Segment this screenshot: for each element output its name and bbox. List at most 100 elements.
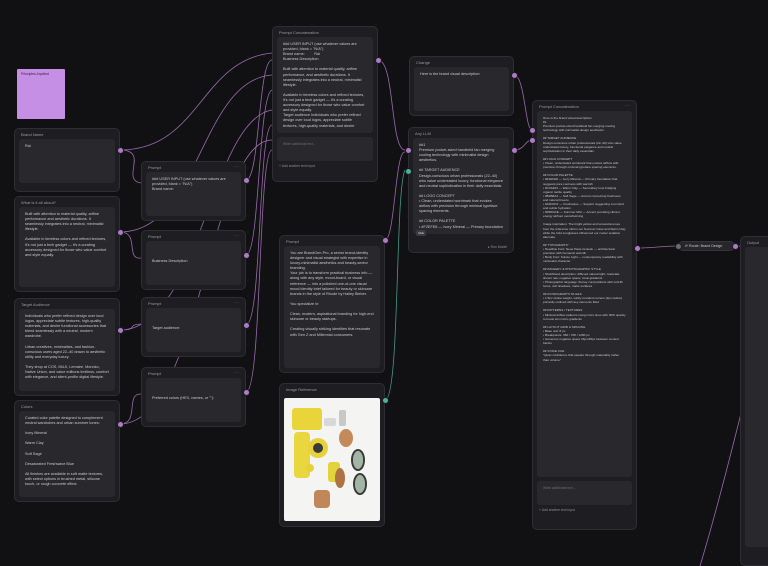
change-field[interactable]: Here is the brand visual description: xyxy=(414,67,509,111)
output-field xyxy=(745,247,768,547)
lens-shape xyxy=(313,443,323,453)
prompt-node-3[interactable]: Prompt ··· Target audience: xyxy=(141,297,246,357)
wire xyxy=(245,89,273,256)
wire xyxy=(245,149,273,393)
yellow-camera-shape xyxy=(292,408,322,430)
output-port-icon[interactable] xyxy=(117,147,124,154)
ellipsis-icon[interactable]: ··· xyxy=(625,103,630,109)
prompt-node-2[interactable]: Prompt ··· Business Description xyxy=(141,230,246,290)
input-port-icon[interactable] xyxy=(675,243,682,250)
wire xyxy=(119,52,273,151)
input-port-icon[interactable] xyxy=(405,147,412,154)
prompt-concat-node-2[interactable]: Prompt Concatenation ··· Here is the bran… xyxy=(532,100,637,530)
node-title: Prompt xyxy=(148,233,161,239)
output-port-icon[interactable] xyxy=(117,421,124,428)
concat-field[interactable]: ### USER INPUT (use whatever values are … xyxy=(277,37,373,133)
ellipsis-icon[interactable]: ··· xyxy=(234,164,239,170)
metal-piece-shape xyxy=(339,410,346,426)
node-title: Prompt xyxy=(286,238,299,244)
colors-node[interactable]: Colors Curated color palette designed to… xyxy=(14,400,120,502)
system-prompt-field[interactable]: You are BrandGen-Pro, a senior brand-ide… xyxy=(284,246,380,368)
wire xyxy=(119,231,142,259)
router-label: Route: Brand Design xyxy=(689,244,723,248)
node-title: Prompt xyxy=(148,300,161,306)
input-port-icon[interactable] xyxy=(529,137,536,144)
output-port-icon[interactable] xyxy=(117,327,124,334)
change-node[interactable]: Change Here is the brand visual descript… xyxy=(409,56,514,116)
clay-shape xyxy=(339,429,353,447)
model-tag: SEE xyxy=(416,230,427,236)
output-port-icon[interactable] xyxy=(243,177,250,184)
node-title: Image Reference xyxy=(286,386,317,392)
prompt-node-4[interactable]: Prompt ··· Preferred colors (HEX, names, … xyxy=(141,367,246,427)
output-port-icon[interactable] xyxy=(511,72,518,79)
wire xyxy=(245,59,273,181)
wire xyxy=(245,124,273,326)
additional-text-input[interactable]: Write additional text... xyxy=(277,137,373,161)
output-port-icon[interactable] xyxy=(375,57,382,64)
output-port-icon[interactable] xyxy=(511,147,518,154)
system-prompt-node[interactable]: Prompt You are BrandGen-Pro, a senior br… xyxy=(279,235,385,373)
output-port-icon[interactable] xyxy=(117,229,124,236)
wire-green xyxy=(384,169,406,401)
wire xyxy=(636,245,679,249)
add-input-link[interactable]: + Add another text input xyxy=(533,505,636,515)
output-port-icon[interactable] xyxy=(243,252,250,259)
what-about-node[interactable]: What is it all about? Built with attenti… xyxy=(14,196,120,292)
ellipsis-icon[interactable]: ··· xyxy=(234,370,239,376)
target-audience-node[interactable]: Target Audience Individuals who prefer r… xyxy=(14,298,120,396)
wire xyxy=(384,151,406,241)
what-about-field[interactable]: Built with attention to material quality… xyxy=(19,207,115,287)
colors-field[interactable]: Curated color palette designed to comple… xyxy=(19,411,115,497)
wire xyxy=(119,393,142,425)
output-port-icon[interactable] xyxy=(732,243,739,250)
wire xyxy=(377,59,406,151)
ellipsis-icon[interactable]: ··· xyxy=(234,300,239,306)
wire xyxy=(119,149,142,184)
node-title: Colors xyxy=(21,403,33,409)
ellipsis-icon[interactable]: ··· xyxy=(234,233,239,239)
node-title: Brand Name xyxy=(21,131,44,137)
sticky-note[interactable]: Principles Arpcited xyxy=(17,69,65,119)
prompt-field[interactable]: Business Description xyxy=(146,241,241,285)
any-llm-node[interactable]: Any LLM ##1 Premium pocket-sized handhel… xyxy=(408,127,514,253)
router-node[interactable]: ⟳ Route: Brand Design xyxy=(678,241,735,251)
output-node[interactable]: Output xyxy=(740,236,768,566)
image-reference-node[interactable]: Image Reference xyxy=(279,383,385,527)
output-port-icon[interactable] xyxy=(382,237,389,244)
llm-output-field: ##1 Premium pocket-sized handheld fan me… xyxy=(413,138,509,234)
node-title: Output xyxy=(747,239,760,245)
brand-name-node[interactable]: Brand Name Rai xyxy=(14,128,120,192)
target-audience-field[interactable]: Individuals who prefer refined design ov… xyxy=(19,309,115,391)
terracotta-roll-shape xyxy=(335,468,345,488)
prompt-node-1[interactable]: Prompt ··· ### USER INPUT (use whatever v… xyxy=(141,161,246,221)
prompt-field[interactable]: ### USER INPUT (use whatever values are … xyxy=(146,172,241,216)
node-title: Any LLM xyxy=(415,130,431,136)
input-port-icon[interactable] xyxy=(405,168,412,175)
node-title: What is it all about? xyxy=(21,199,56,205)
input-port-icon[interactable] xyxy=(529,127,536,134)
prompt-field[interactable]: Target audience: xyxy=(146,308,241,352)
clay-block-shape xyxy=(314,490,330,508)
output-port-icon[interactable] xyxy=(382,397,389,404)
prompt-field[interactable]: Preferred colors (HEX, names, or ""): xyxy=(146,378,241,422)
add-input-link[interactable]: + Add another text input xyxy=(273,161,377,171)
node-title: Prompt Concatenation xyxy=(279,29,319,35)
output-port-icon[interactable] xyxy=(243,389,250,396)
silver-clip-shape xyxy=(324,418,336,426)
additional-text-input[interactable]: Write additional text... xyxy=(537,481,632,505)
output-port-icon[interactable] xyxy=(243,322,250,329)
sticky-note-text: Principles Arpcited xyxy=(21,72,49,76)
node-title: Prompt Concatenation xyxy=(539,103,579,109)
wire xyxy=(513,74,533,131)
brand-name-field[interactable]: Rai xyxy=(19,139,115,183)
node-title: Change xyxy=(416,59,431,65)
concat-field[interactable]: Here is the brand visual description: #1… xyxy=(537,111,632,477)
run-model-button[interactable]: ▸ Run Model xyxy=(488,245,507,249)
output-port-icon[interactable] xyxy=(634,245,641,252)
product-flatlay-image xyxy=(292,408,367,508)
run-model-label: Run Model xyxy=(490,245,507,249)
node-title: Target Audience xyxy=(21,301,50,307)
prompt-concat-node-1[interactable]: Prompt Concatenation ### USER INPUT (use… xyxy=(272,26,378,182)
node-title: Prompt xyxy=(148,164,161,170)
